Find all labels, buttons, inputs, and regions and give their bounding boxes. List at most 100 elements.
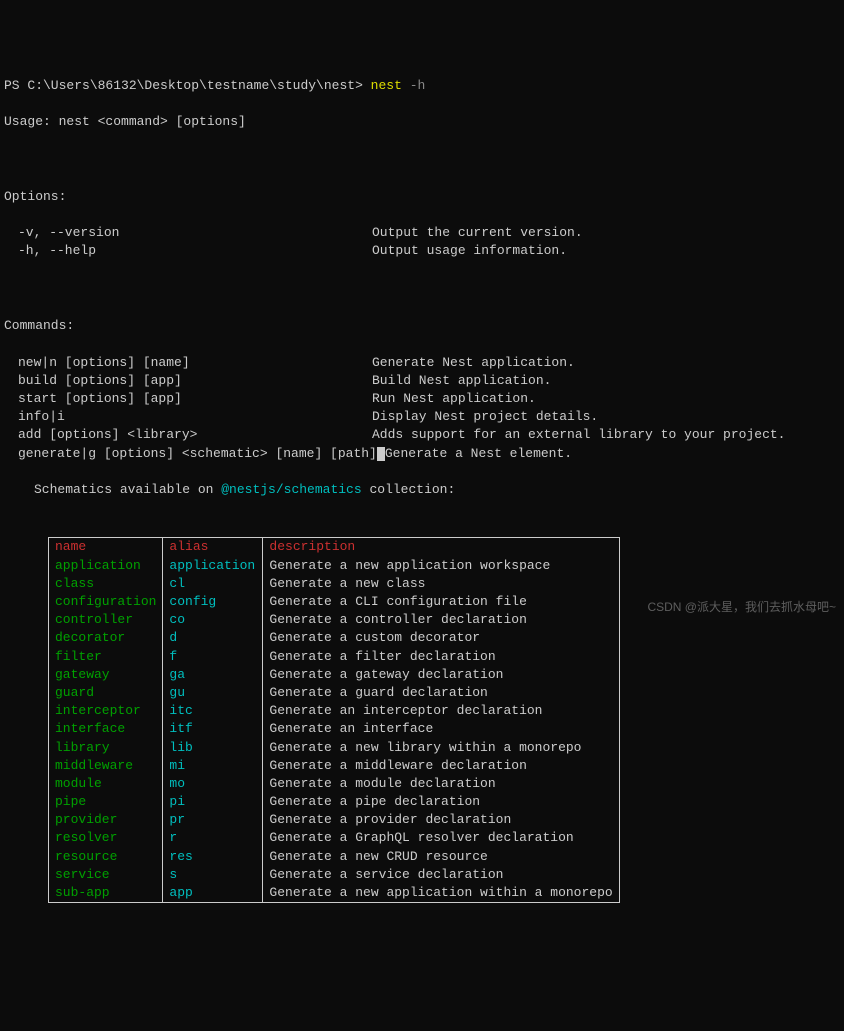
command-desc-col: Generate a Nest element. — [385, 445, 572, 463]
schematic-name: provider — [49, 811, 163, 829]
command-desc-col: Adds support for an external library to … — [372, 426, 785, 444]
schematic-alias: co — [163, 611, 263, 629]
schematic-desc: Generate a controller declaration — [263, 611, 619, 629]
command-desc-col: Display Nest project details. — [372, 408, 598, 426]
table-row: pipepiGenerate a pipe declaration — [49, 793, 620, 811]
option-name: -v, --version — [4, 224, 372, 242]
schematic-desc: Generate an interceptor declaration — [263, 702, 619, 720]
schematic-desc: Generate a new application workspace — [263, 557, 619, 575]
schematic-alias: mo — [163, 775, 263, 793]
schematic-package: @nestjs/schematics — [221, 482, 361, 497]
options-list: -v, --versionOutput the current version.… — [4, 224, 840, 260]
command-row: build [options] [app]Build Nest applicat… — [4, 372, 840, 390]
schematic-alias: config — [163, 593, 263, 611]
schematic-alias: itf — [163, 720, 263, 738]
schematic-desc: Generate a middleware declaration — [263, 757, 619, 775]
table-row: controllercoGenerate a controller declar… — [49, 611, 620, 629]
commands-header: Commands: — [4, 317, 840, 335]
schematic-name: resolver — [49, 829, 163, 847]
prompt-caret: > — [355, 77, 371, 95]
schematic-name: application — [49, 557, 163, 575]
schematics-table: name alias description applicationapplic… — [48, 537, 620, 903]
command-row: start [options] [app]Run Nest applicatio… — [4, 390, 840, 408]
schematic-desc: Generate a filter declaration — [263, 648, 619, 666]
schematic-name: resource — [49, 848, 163, 866]
col-header-description: description — [263, 538, 619, 557]
schematic-name: interface — [49, 720, 163, 738]
schematic-alias: lib — [163, 739, 263, 757]
table-row: servicesGenerate a service declaration — [49, 866, 620, 884]
schematic-desc: Generate a module declaration — [263, 775, 619, 793]
table-row: filterfGenerate a filter declaration — [49, 648, 620, 666]
option-desc: Output usage information. — [372, 242, 567, 260]
command-flag: -h — [402, 77, 425, 95]
schematic-desc: Generate a provider declaration — [263, 811, 619, 829]
schematic-desc: Generate a service declaration — [263, 866, 619, 884]
schematic-name: controller — [49, 611, 163, 629]
command-row: generate|g [options] <schematic> [name] … — [4, 445, 840, 463]
command-name-col: generate|g [options] <schematic> [name] … — [4, 445, 385, 463]
schematic-desc: Generate a new class — [263, 575, 619, 593]
command-desc-col: Run Nest application. — [372, 390, 536, 408]
command-name-col: build [options] [app] — [4, 372, 372, 390]
schematic-alias: pr — [163, 811, 263, 829]
schematic-name: sub-app — [49, 884, 163, 903]
table-row: configurationconfigGenerate a CLI config… — [49, 593, 620, 611]
command-row: add [options] <library>Adds support for … — [4, 426, 840, 444]
table-row: gatewaygaGenerate a gateway declaration — [49, 666, 620, 684]
prompt-line: PS C:\Users\86132\Desktop\testname\study… — [4, 77, 840, 95]
schematic-desc: Generate a pipe declaration — [263, 793, 619, 811]
table-row: applicationapplicationGenerate a new app… — [49, 557, 620, 575]
schematic-alias: res — [163, 848, 263, 866]
command-desc-col: Build Nest application. — [372, 372, 551, 390]
schematic-desc: Generate a gateway declaration — [263, 666, 619, 684]
command-row: new|n [options] [name]Generate Nest appl… — [4, 354, 840, 372]
table-row: librarylibGenerate a new library within … — [49, 739, 620, 757]
table-row: sub-appappGenerate a new application wit… — [49, 884, 620, 903]
schematic-alias: itc — [163, 702, 263, 720]
cursor-icon — [377, 447, 385, 461]
table-row: interceptoritcGenerate an interceptor de… — [49, 702, 620, 720]
option-row: -h, --helpOutput usage information. — [4, 242, 840, 260]
schematic-alias: mi — [163, 757, 263, 775]
schematic-name: filter — [49, 648, 163, 666]
schematic-name: module — [49, 775, 163, 793]
table-header-row: name alias description — [49, 538, 620, 557]
col-header-alias: alias — [163, 538, 263, 557]
col-header-name: name — [49, 538, 163, 557]
schematic-name: service — [49, 866, 163, 884]
prompt-path: C:\Users\86132\Desktop\testname\study\ne… — [27, 77, 355, 95]
schematic-desc: Generate a new CRUD resource — [263, 848, 619, 866]
schematic-alias: d — [163, 629, 263, 647]
schematic-name: library — [49, 739, 163, 757]
schematic-alias: application — [163, 557, 263, 575]
table-row: decoratordGenerate a custom decorator — [49, 629, 620, 647]
schematic-name: configuration — [49, 593, 163, 611]
schematic-desc: Generate a CLI configuration file — [263, 593, 619, 611]
schematic-name: middleware — [49, 757, 163, 775]
commands-list: new|n [options] [name]Generate Nest appl… — [4, 354, 840, 463]
schematic-intro: Schematics available on @nestjs/schemati… — [4, 481, 840, 499]
table-row: interfaceitfGenerate an interface — [49, 720, 620, 738]
schematic-alias: gu — [163, 684, 263, 702]
table-row: middlewaremiGenerate a middleware declar… — [49, 757, 620, 775]
table-row: classclGenerate a new class — [49, 575, 620, 593]
schematic-desc: Generate a new library within a monorepo — [263, 739, 619, 757]
options-header: Options: — [4, 188, 840, 206]
schematic-name: decorator — [49, 629, 163, 647]
watermark: CSDN @派大星，我们去抓水母吧~ — [647, 599, 836, 616]
schematic-name: guard — [49, 684, 163, 702]
schematic-desc: Generate a GraphQL resolver declaration — [263, 829, 619, 847]
command-desc-col: Generate Nest application. — [372, 354, 575, 372]
schematic-name: interceptor — [49, 702, 163, 720]
command-name-col: info|i — [4, 408, 372, 426]
schematic-desc: Generate a guard declaration — [263, 684, 619, 702]
table-row: modulemoGenerate a module declaration — [49, 775, 620, 793]
schematic-alias: ga — [163, 666, 263, 684]
schematic-alias: pi — [163, 793, 263, 811]
schematic-desc: Generate an interface — [263, 720, 619, 738]
command-name-col: start [options] [app] — [4, 390, 372, 408]
table-row: resourceresGenerate a new CRUD resource — [49, 848, 620, 866]
schematic-name: class — [49, 575, 163, 593]
command-name-col: new|n [options] [name] — [4, 354, 372, 372]
